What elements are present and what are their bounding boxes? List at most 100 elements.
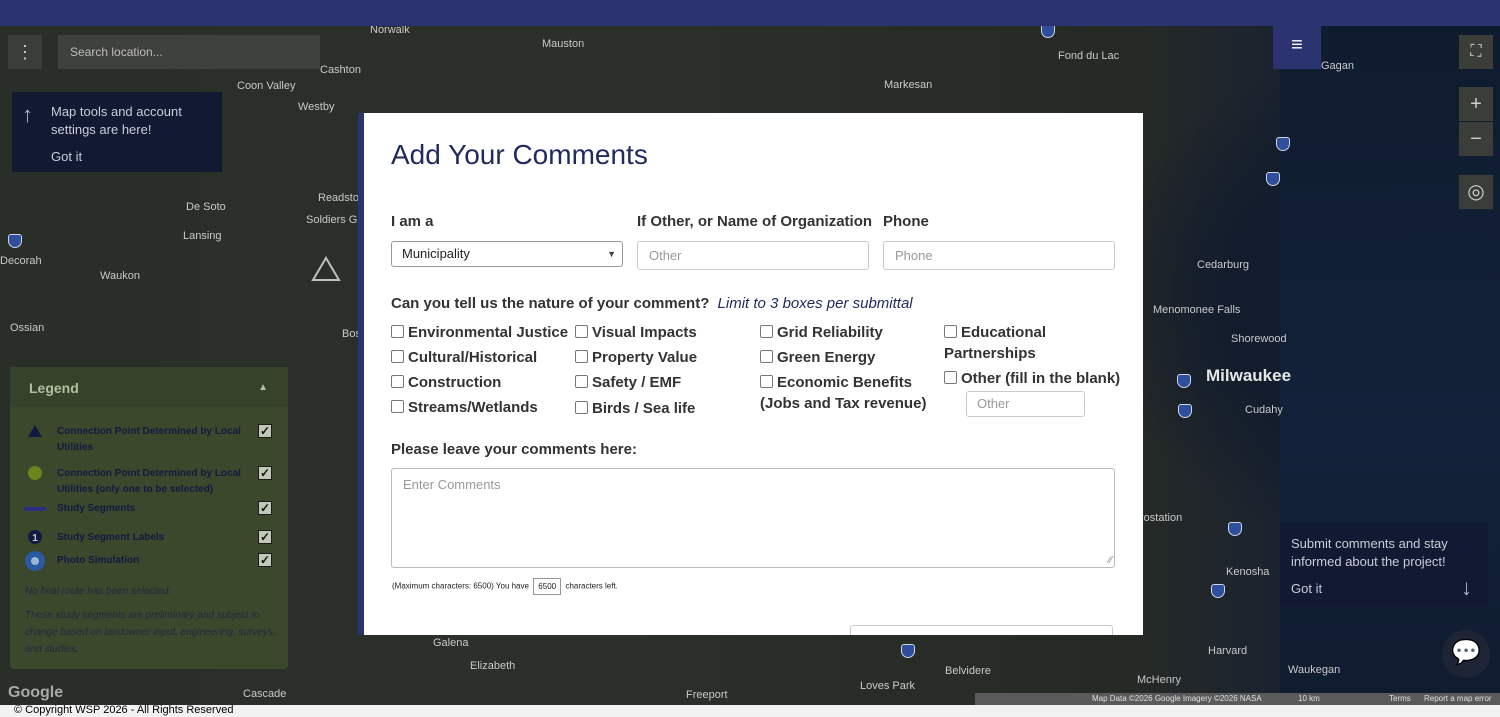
checkbox-box[interactable] xyxy=(575,375,588,388)
comment-chat-icon[interactable]: 💬 xyxy=(1442,630,1490,678)
legend-checkbox[interactable]: ✓ xyxy=(258,466,272,480)
phone-label: Phone xyxy=(883,213,929,230)
map-label: Coon Valley xyxy=(237,80,296,92)
map-label: Freeport xyxy=(686,689,728,701)
checkbox-box[interactable] xyxy=(391,350,404,363)
locate-me-icon[interactable]: ◎ xyxy=(1459,175,1493,209)
legend-item-label: Connection Point Determined by Local Uti… xyxy=(57,468,241,495)
legend-checkbox[interactable]: ✓ xyxy=(258,501,272,515)
checkbox-box[interactable] xyxy=(944,325,957,338)
scale-bar-label[interactable]: 10 km xyxy=(1298,694,1320,703)
submit-comments-tooltip: Submit comments and stay informed about … xyxy=(1280,523,1488,606)
add-comments-modal: Add Your Comments I am a Municipality ▼ … xyxy=(364,113,1143,635)
map-label: Westby xyxy=(298,101,335,113)
checkbox-label: Safety / EMF xyxy=(592,374,682,391)
checkbox-box[interactable] xyxy=(575,325,588,338)
checkbox-box[interactable] xyxy=(391,325,404,338)
legend-item-label: Study Segment Labels xyxy=(57,532,165,543)
legend-item: 1 Study Segment Labels ✓ xyxy=(24,530,284,546)
legend-header[interactable]: Legend ▲ xyxy=(10,367,288,407)
zoom-in-button[interactable]: + xyxy=(1459,87,1493,121)
map-label: Menomonee Falls xyxy=(1153,304,1241,316)
organization-input[interactable]: Other xyxy=(637,241,869,270)
legend-checkbox[interactable]: ✓ xyxy=(258,553,272,567)
question-text: Can you tell us the nature of your comme… xyxy=(391,295,710,312)
checkbox-environmental-justice[interactable]: Environmental Justice xyxy=(391,322,568,343)
map-label: Markesan xyxy=(884,79,933,91)
chars-remaining-count: 6500 xyxy=(533,578,562,595)
legend-checkbox[interactable]: ✓ xyxy=(258,424,272,438)
checkbox-box[interactable] xyxy=(391,400,404,413)
chevron-down-icon: ▼ xyxy=(607,249,616,259)
partially-visible-field[interactable] xyxy=(850,625,1113,635)
organization-label: If Other, or Name of Organization xyxy=(637,213,873,230)
map-label-milwaukee: Milwaukee xyxy=(1206,366,1292,385)
checkbox-box[interactable] xyxy=(760,350,773,363)
checkbox-grid-reliability[interactable]: Grid Reliability xyxy=(760,322,883,343)
checkbox-box[interactable] xyxy=(944,371,957,384)
svg-text:1: 1 xyxy=(32,533,38,544)
map-label: Cascade xyxy=(243,688,287,700)
legend-item-label: Study Segments xyxy=(57,503,136,514)
checkbox-streams-wetlands[interactable]: Streams/Wetlands xyxy=(391,397,538,418)
checkbox-construction[interactable]: Construction xyxy=(391,372,501,393)
green-dot-icon xyxy=(28,466,42,480)
checkbox-box[interactable] xyxy=(760,375,773,388)
legend-item: Connection Point Determined by Local Uti… xyxy=(24,424,284,456)
checkbox-cultural-historical[interactable]: Cultural/Historical xyxy=(391,347,537,368)
other-fill-in-input[interactable]: Other xyxy=(966,391,1085,417)
legend-item-label: Photo Simulation xyxy=(57,555,140,566)
checkbox-economic-benefits[interactable]: Economic Benefits (Jobs and Tax revenue) xyxy=(760,372,930,414)
got-it-button[interactable]: Got it xyxy=(1291,581,1322,596)
checkbox-birds-sea-life[interactable]: Birds / Sea life xyxy=(575,398,695,419)
highway-shield-icon xyxy=(1266,172,1280,186)
checkbox-box[interactable] xyxy=(760,325,773,338)
phone-input[interactable]: Phone xyxy=(883,241,1115,270)
terms-link[interactable]: Terms xyxy=(1389,694,1411,703)
map-label: Fond du Lac xyxy=(1058,50,1120,62)
legend-checkbox[interactable]: ✓ xyxy=(258,530,272,544)
checkbox-label: Visual Impacts xyxy=(592,324,697,341)
checkbox-label: Green Energy xyxy=(777,349,876,366)
hamburger-menu-icon[interactable]: ≡ xyxy=(1273,22,1321,69)
map-menu-button[interactable]: ⋮ xyxy=(8,35,42,69)
checkbox-box[interactable] xyxy=(575,350,588,363)
checkbox-label: Grid Reliability xyxy=(777,324,883,341)
checkbox-other[interactable]: Other (fill in the blank) xyxy=(944,368,1120,389)
checkbox-safety-emf[interactable]: Safety / EMF xyxy=(575,372,681,393)
tooltip-text: Submit comments and stay informed about … xyxy=(1291,536,1448,569)
checkbox-box[interactable] xyxy=(391,375,404,388)
iam-select[interactable]: Municipality ▼ xyxy=(391,241,623,267)
checkbox-box[interactable] xyxy=(575,401,588,414)
map-data-credit[interactable]: Map Data ©2026 Google Imagery ©2026 NASA xyxy=(1092,694,1262,703)
comments-placeholder: Enter Comments xyxy=(403,477,501,492)
highway-shield-icon xyxy=(8,234,22,248)
highway-shield-icon xyxy=(1276,137,1290,151)
zoom-out-button[interactable]: − xyxy=(1459,122,1493,156)
checkbox-label: Cultural/Historical xyxy=(408,349,538,366)
checkbox-green-energy[interactable]: Green Energy xyxy=(760,347,875,368)
checkbox-visual-impacts[interactable]: Visual Impacts xyxy=(575,322,697,343)
comment-nature-question: Can you tell us the nature of your comme… xyxy=(391,295,913,312)
connection-point-triangle-icon[interactable] xyxy=(311,256,341,282)
map-label: Shorewood xyxy=(1231,333,1287,345)
checkbox-label: Economic Benefits (Jobs and Tax revenue) xyxy=(760,374,927,412)
report-map-error-link[interactable]: Report a map error xyxy=(1424,694,1492,703)
comments-textarea[interactable]: Enter Comments ∕∕ xyxy=(391,468,1115,568)
checkbox-property-value[interactable]: Property Value xyxy=(575,347,697,368)
highway-shield-icon xyxy=(1178,404,1192,418)
map-label: Waukegan xyxy=(1288,664,1341,676)
legend-item: Photo Simulation ✓ xyxy=(24,551,284,571)
resize-grip-icon[interactable]: ∕∕ xyxy=(1109,555,1112,566)
arrow-down-icon: ↓ xyxy=(1461,575,1472,600)
highway-shield-icon xyxy=(1211,584,1225,598)
search-location-input[interactable]: Search location... xyxy=(58,35,320,69)
map-label: Lansing xyxy=(183,230,222,242)
checkbox-label: Educational Partnerships xyxy=(944,324,1047,362)
map-label: rostation xyxy=(1140,512,1183,524)
got-it-button[interactable]: Got it xyxy=(51,149,82,164)
fullscreen-icon[interactable]: ⛶ xyxy=(1459,35,1493,69)
map-attribution: Map Data ©2026 Google Imagery ©2026 NASA… xyxy=(975,693,1500,705)
checkbox-educational-partnerships[interactable]: Educational Partnerships xyxy=(944,322,1124,364)
collapse-caret-icon[interactable]: ▲ xyxy=(258,367,268,409)
